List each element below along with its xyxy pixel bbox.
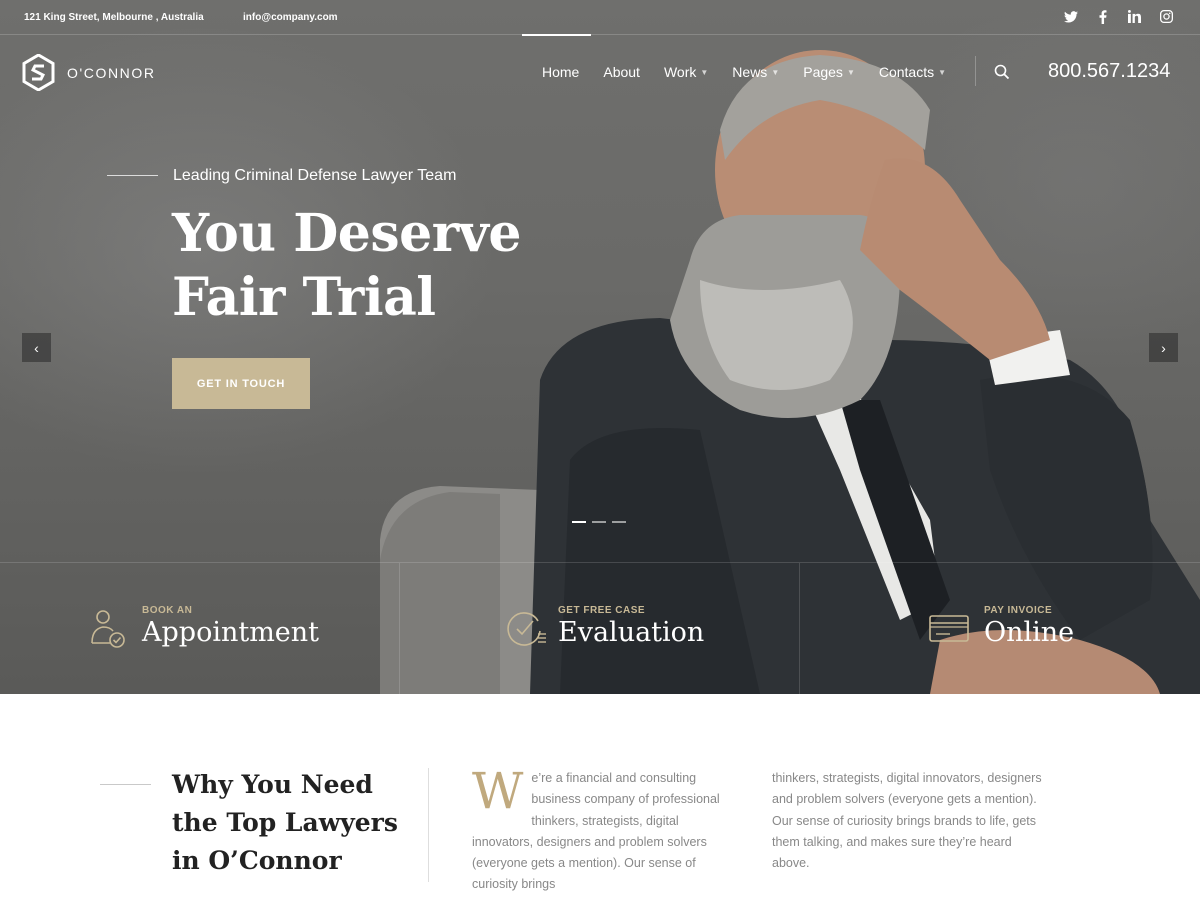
- twitter-icon[interactable]: [1063, 8, 1078, 25]
- feature-eyebrow: BOOK AN: [142, 605, 193, 616]
- nav-divider: [975, 56, 976, 86]
- intro-column-2: thinkers, strategists, digital innovator…: [772, 771, 1042, 871]
- chevron-down-icon: ▼: [846, 68, 855, 77]
- credit-card-icon: [929, 615, 969, 642]
- headline-line-1: You Deserve: [172, 203, 521, 264]
- chevron-down-icon: ▼: [700, 68, 709, 77]
- slide-indicator-2[interactable]: [592, 521, 606, 523]
- feature-eyebrow: PAY INVOICE: [984, 605, 1053, 616]
- nav-item-pages[interactable]: Pages ▼: [803, 34, 855, 112]
- facebook-icon[interactable]: [1095, 8, 1110, 25]
- nav-item-home[interactable]: Home: [521, 34, 592, 112]
- headline-line-2: Fair Trial: [172, 267, 436, 328]
- search-icon[interactable]: [994, 64, 1010, 80]
- nav-label: News: [732, 64, 768, 80]
- slider-pagination: [572, 521, 626, 523]
- logo-icon: [22, 54, 55, 91]
- nav-item-contacts[interactable]: Contacts ▼: [879, 34, 946, 112]
- chevron-right-icon: ›: [1161, 339, 1166, 356]
- feature-evaluation[interactable]: GET FREE CASE Evaluation: [400, 563, 800, 694]
- tagline-rule: [107, 175, 158, 176]
- hero-tagline: Leading Criminal Defense Lawyer Team: [173, 167, 457, 184]
- slide-indicator-3[interactable]: [612, 521, 626, 523]
- feature-online[interactable]: PAY INVOICE Online: [800, 563, 1200, 694]
- slider-prev-button[interactable]: ‹: [22, 333, 51, 362]
- feature-strip: BOOK AN Appointment GET FREE CASE Evalua…: [0, 562, 1200, 694]
- address-text: 121 King Street, Melbourne , Australia: [24, 12, 204, 23]
- phone-number[interactable]: 800.567.1234: [1048, 60, 1170, 83]
- hero-slider: 121 King Street, Melbourne , Australia i…: [0, 0, 1200, 694]
- chevron-down-icon: ▼: [938, 68, 947, 77]
- nav-label: Work: [663, 64, 697, 80]
- nav-label: Contacts: [878, 64, 935, 80]
- clock-check-icon: [507, 612, 546, 646]
- social-links: [1063, 8, 1174, 25]
- brand-logo[interactable]: O'CONNOR: [22, 54, 156, 91]
- nav-item-about[interactable]: About: [603, 34, 640, 112]
- chevron-left-icon: ‹: [34, 339, 39, 356]
- brand-name: O'CONNOR: [67, 64, 156, 81]
- nav-label: Pages: [803, 64, 843, 80]
- intro-rule: [100, 784, 151, 785]
- linkedin-icon[interactable]: [1127, 8, 1142, 25]
- feature-eyebrow: GET FREE CASE: [558, 605, 646, 616]
- nav-label: Home: [542, 64, 580, 80]
- chevron-down-icon: ▼: [771, 68, 780, 77]
- nav-label: About: [603, 64, 640, 80]
- main-nav: Home About Work ▼ News ▼ Pages ▼ Contact…: [521, 34, 970, 112]
- hero-headline: You Deserve Fair Trial: [172, 202, 521, 330]
- drop-cap: W: [472, 762, 524, 820]
- intro-column-1: We’re a financial and consulting busines…: [472, 762, 742, 896]
- feature-title: Evaluation: [558, 617, 705, 648]
- slider-next-button[interactable]: ›: [1149, 333, 1178, 362]
- user-check-icon: [91, 610, 125, 648]
- top-bar: 121 King Street, Melbourne , Australia i…: [0, 0, 1200, 35]
- intro-title: Why You Need the Top Lawyers in O’Connor: [172, 770, 398, 875]
- get-in-touch-button[interactable]: GET IN TOUCH: [172, 358, 310, 409]
- nav-item-news[interactable]: News ▼: [732, 34, 779, 112]
- feature-title: Online: [984, 617, 1075, 648]
- slide-indicator-1[interactable]: [572, 521, 586, 523]
- email-link[interactable]: info@company.com: [243, 12, 338, 23]
- nav-item-work[interactable]: Work ▼: [664, 34, 708, 112]
- instagram-icon[interactable]: [1159, 8, 1174, 25]
- feature-title: Appointment: [142, 617, 320, 648]
- feature-appointment[interactable]: BOOK AN Appointment: [0, 563, 400, 694]
- intro-divider: [428, 768, 429, 882]
